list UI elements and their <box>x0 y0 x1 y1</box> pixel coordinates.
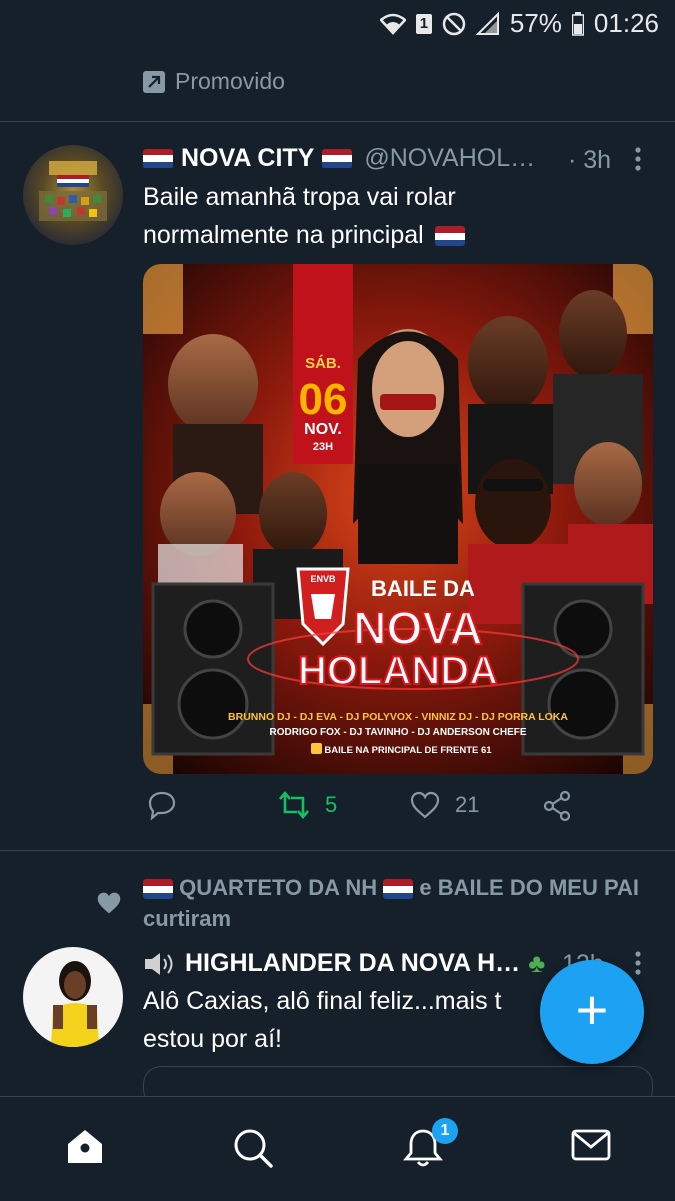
poster-title-top: BAILE DA <box>371 576 475 601</box>
plus-icon: + <box>575 978 609 1041</box>
author-name[interactable]: HIGHLANDER DA NOVA H… <box>185 949 520 978</box>
notification-badge: 1 <box>432 1118 458 1144</box>
clock: 01:26 <box>593 8 659 38</box>
heart-filled-icon <box>97 892 121 914</box>
tab-home[interactable] <box>64 1127 106 1172</box>
like-button[interactable]: 21 <box>409 790 479 820</box>
retweet-icon <box>279 790 309 820</box>
poster-day: SÁB. <box>305 355 341 372</box>
search-icon <box>234 1129 273 1168</box>
poster-crest-label: ENVB <box>310 574 336 584</box>
poster-lineup-2: RODRIGO FOX - DJ TAVINHO - DJ ANDERSON C… <box>269 727 526 738</box>
poster-lineup-1: BRUNNO DJ - DJ EVA - DJ POLYVOX - VINNIZ… <box>228 711 568 723</box>
liked-by-user[interactable]: e BAILE DO MEU PAI <box>419 875 639 900</box>
tweet-time: · 3h <box>568 146 612 174</box>
avatar-art <box>51 961 99 1047</box>
promoted-text: Promovido <box>175 68 285 94</box>
liked-by-suffix: curtiram <box>143 906 232 931</box>
netherlands-flag-icon <box>434 226 465 247</box>
wifi-icon <box>379 13 406 35</box>
divider <box>0 850 675 851</box>
status-bar: 1 57% 01:26 <box>0 0 675 50</box>
avatar-art <box>39 161 107 221</box>
share-icon <box>543 790 571 822</box>
tweet-text-line: Baile amanhã tropa vai rolar <box>143 183 456 211</box>
battery-icon <box>571 11 584 36</box>
netherlands-flag-icon <box>383 879 414 900</box>
battery-percent: 57% <box>509 8 562 38</box>
status-icons: 1 57% 01:26 <box>379 8 659 39</box>
signal-icon <box>475 11 499 35</box>
tab-search[interactable] <box>232 1127 274 1174</box>
promoted-label: Promovido <box>143 68 285 95</box>
like-count: 21 <box>455 792 480 817</box>
reply-button[interactable] <box>147 790 177 820</box>
tweet-header: NOVA CITY @NOVAHOL… <box>143 144 535 173</box>
tweet-actions: 5 21 <box>143 790 653 834</box>
reply-icon <box>148 791 176 820</box>
compose-tweet-button[interactable]: + <box>540 960 644 1064</box>
poster-date: 06 <box>299 375 348 424</box>
do-not-disturb-icon <box>442 12 466 35</box>
netherlands-flag-icon <box>143 879 173 900</box>
more-options-icon[interactable] <box>628 146 648 172</box>
mail-icon <box>571 1129 611 1161</box>
bottom-navigation <box>0 1096 675 1201</box>
tweet-text: Baile amanhã tropa vai rolar normalmente… <box>143 178 643 254</box>
avatar[interactable] <box>23 145 123 245</box>
netherlands-flag-icon <box>322 148 353 169</box>
liked-by-user[interactable]: QUARTETO DA NH <box>179 875 377 900</box>
retweet-count: 5 <box>325 792 338 817</box>
netherlands-flag-icon <box>143 148 173 169</box>
heart-icon <box>410 791 440 819</box>
tweet-header: HIGHLANDER DA NOVA H… ♣ <box>143 948 545 979</box>
home-icon <box>68 1130 102 1163</box>
poster-title-bottom: HOLANDA <box>298 649 498 693</box>
tab-messages[interactable] <box>570 1127 612 1168</box>
speaker-icon <box>145 952 173 975</box>
poster-month: NOV. <box>304 421 342 438</box>
tweet-text-line: normalmente na principal <box>143 216 643 254</box>
poster-title-mid: NOVA <box>353 602 483 654</box>
poster-location: BAILE NA PRINCIPAL DE FRENTE 61 <box>324 745 492 756</box>
liked-by-text: QUARTETO DA NH e BAILE DO MEU PAI curtir… <box>143 872 639 934</box>
event-poster: SÁB. 06 NOV. 23H ENVB BAILE DA NOVA HOLA… <box>143 264 653 774</box>
author-handle[interactable]: @NOVAHOL… <box>364 144 535 173</box>
avatar[interactable] <box>23 947 123 1047</box>
promoted-icon <box>143 70 165 93</box>
share-button[interactable] <box>541 790 573 822</box>
poster-hour: 23H <box>313 441 333 453</box>
author-name[interactable]: NOVA CITY <box>181 144 314 173</box>
retweet-button[interactable]: 5 <box>277 790 337 820</box>
sim-icon: 1 <box>415 13 432 34</box>
divider <box>0 121 675 122</box>
tweet-image[interactable]: SÁB. 06 NOV. 23H ENVB BAILE DA NOVA HOLA… <box>143 264 653 774</box>
